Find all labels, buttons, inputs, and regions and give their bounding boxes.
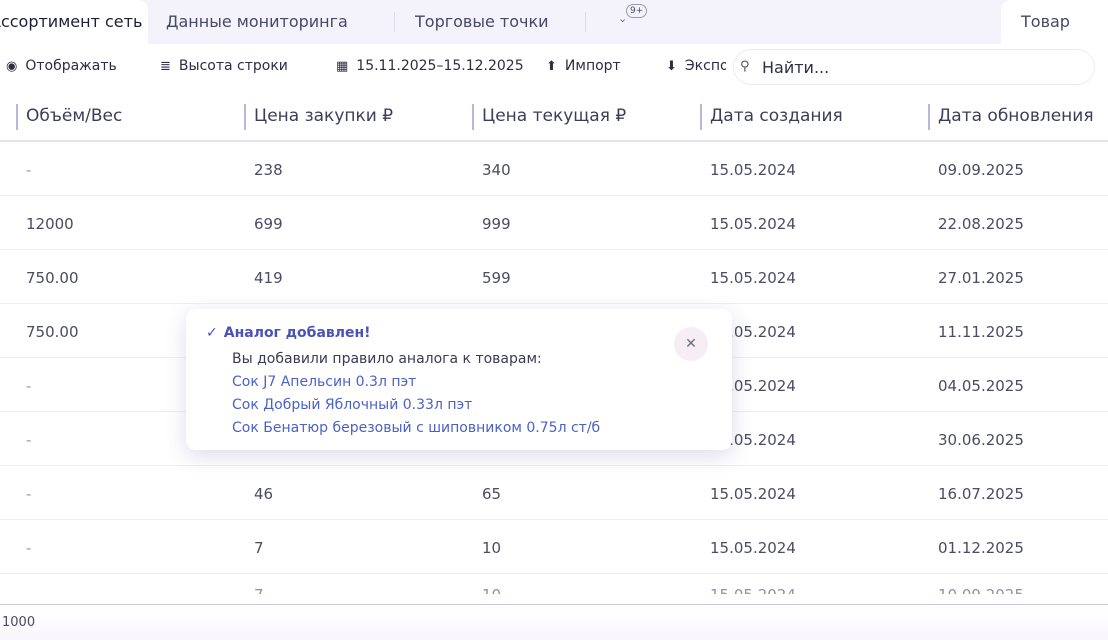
table-row[interactable]: 12000 699 999 15.05.2024 22.08.2025 <box>0 196 1108 250</box>
table-cell: 7 <box>254 586 264 594</box>
table-cell: 7 <box>254 539 264 557</box>
search-icon: ⚲ <box>740 59 750 74</box>
table-cell: 46 <box>254 485 274 503</box>
table-row[interactable]: - 7 10 15.05.2024 01.12.2025 <box>0 520 1108 574</box>
table-cell: 30.06.2025 <box>938 431 1024 449</box>
toast-product-link[interactable]: Сок Бенатюр березовый с шиповником 0.75л… <box>232 420 600 436</box>
more-tabs-badge: 9+ <box>626 4 648 18</box>
table-cell: 15.05.2024 <box>710 215 796 233</box>
upload-icon: ⬆ <box>546 59 557 74</box>
close-icon[interactable]: ✕ <box>674 327 708 361</box>
tab-divider <box>585 12 586 32</box>
search-input[interactable] <box>762 56 1082 78</box>
search-box: ⚲ <box>733 49 1095 85</box>
toast-title: ✓ Аналог добавлен! <box>206 325 371 341</box>
table-cell: 10 <box>482 539 502 557</box>
toast-product-link[interactable]: Сок J7 Апельсин 0.3л пэт <box>232 374 416 390</box>
toast-product-link[interactable]: Сок Добрый Яблочный 0.33л пэт <box>232 397 472 413</box>
table-cell: 65 <box>482 485 502 503</box>
table-cell: 15.05.2024 <box>710 161 796 179</box>
table-cell: 22.08.2025 <box>938 215 1024 233</box>
table-cell: 16.07.2025 <box>938 485 1024 503</box>
tab-bar: Ассортимент сеть Данные мониторинга Торг… <box>0 0 1108 44</box>
table-cell: 12000 <box>26 215 74 233</box>
table-cell: 699 <box>254 215 283 233</box>
table-cell: - <box>26 377 32 395</box>
analog-added-toast: ✓ Аналог добавлен! Вы добавили правило ан… <box>186 309 732 450</box>
table-cell: 750.00 <box>26 323 79 341</box>
table-cell: 15.05.2024 <box>710 485 796 503</box>
table-cell: 750.00 <box>26 269 79 287</box>
import-button[interactable]: ⬆ Импорт <box>546 58 621 74</box>
table-cell: 999 <box>482 215 511 233</box>
export-button[interactable]: ⬇Экспорт <box>666 58 726 74</box>
table-cell: 11.11.2025 <box>938 323 1024 341</box>
date-range-button[interactable]: ▦ 15.11.2025–15.12.2025 <box>336 58 524 74</box>
table-row[interactable]: - 238 340 15.05.2024 09.09.2025 <box>0 142 1108 196</box>
download-icon: ⬇ <box>666 59 677 74</box>
tab-product[interactable]: Товар <box>1001 0 1108 44</box>
check-icon: ✓ <box>206 325 218 341</box>
table-cell: 15.05.2024 <box>710 586 796 594</box>
table-cell: 27.01.2025 <box>938 269 1024 287</box>
table-header: Объём/Вес Цена закупки ₽ Цена текущая ₽ … <box>0 90 1108 142</box>
table-cell: 238 <box>254 161 283 179</box>
column-header-updated-date[interactable]: Дата обновления <box>928 104 1094 130</box>
more-tabs-button[interactable]: ⌄ 9+ <box>614 4 654 32</box>
table-row[interactable]: 750.00 419 599 15.05.2024 27.01.2025 <box>0 250 1108 304</box>
column-header-current-price[interactable]: Цена текущая ₽ <box>472 104 626 130</box>
table-cell: - <box>26 431 32 449</box>
calendar-icon: ▦ <box>336 59 349 74</box>
table-cell: 15.05.2024 <box>710 269 796 287</box>
table-cell: 09.09.2025 <box>938 161 1024 179</box>
table-cell: 10 <box>482 586 501 594</box>
table-cell: 10.09.2025 <box>938 586 1024 594</box>
column-header-created-date[interactable]: Дата создания <box>700 104 843 130</box>
rows-icon: ≣ <box>160 59 171 74</box>
table-cell: 01.12.2025 <box>938 539 1024 557</box>
table-cell: - <box>26 161 32 179</box>
table-cell: - <box>26 485 32 503</box>
toast-message: Вы добавили правило аналога к товарам: <box>232 351 542 367</box>
row-height-button[interactable]: ≣ Высота строки <box>160 58 288 74</box>
table-cell: 15.05.2024 <box>710 539 796 557</box>
eye-icon: ◉ <box>6 59 18 74</box>
row-count: 1000 <box>2 615 36 630</box>
tab-outlets[interactable]: Торговые точки <box>415 0 549 44</box>
column-header-purchase-price[interactable]: Цена закупки ₽ <box>244 104 393 130</box>
tab-monitoring-data[interactable]: Данные мониторинга <box>166 0 348 44</box>
tab-divider <box>394 12 395 32</box>
column-header-volume[interactable]: Объём/Вес <box>16 104 122 130</box>
tab-assortment[interactable]: Ассортимент сеть <box>0 0 148 44</box>
table-cell: 04.05.2025 <box>938 377 1024 395</box>
table-cell: 599 <box>482 269 511 287</box>
table-cell: - <box>26 539 32 557</box>
table-footer: 1000 <box>0 604 1108 640</box>
table-row[interactable]: 7 10 15.05.2024 10.09.2025 <box>0 574 1108 594</box>
display-button[interactable]: ◉ Отображать <box>6 58 117 74</box>
table-cell: 419 <box>254 269 283 287</box>
table-cell: 340 <box>482 161 511 179</box>
table-row[interactable]: - 46 65 15.05.2024 16.07.2025 <box>0 466 1108 520</box>
